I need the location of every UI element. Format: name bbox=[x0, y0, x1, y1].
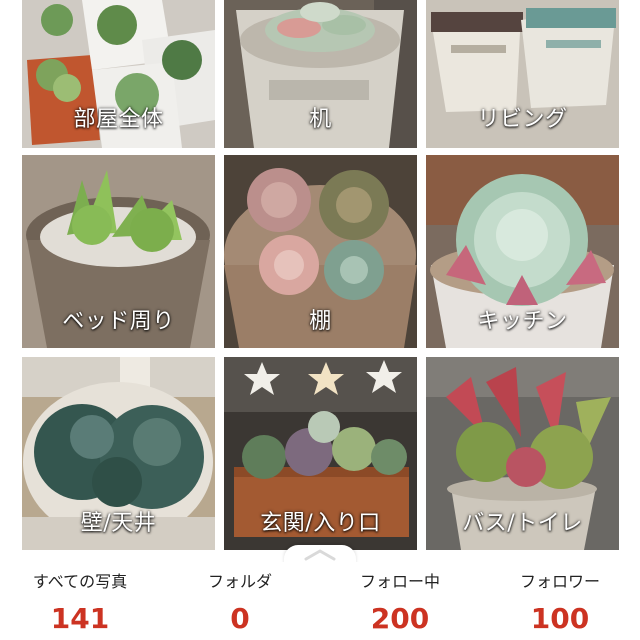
stat-following[interactable]: フォロー中 200 bbox=[320, 562, 480, 635]
category-tile-room[interactable]: 部屋全体 bbox=[22, 0, 215, 148]
stat-label: フォロワー bbox=[519, 572, 600, 591]
chevron-up-icon bbox=[304, 549, 336, 561]
stat-value: 200 bbox=[370, 602, 430, 635]
category-tile-kitchen[interactable]: キッチン bbox=[426, 155, 619, 348]
category-tile-bedside[interactable]: ベッド周り bbox=[22, 155, 215, 348]
category-label: リビング bbox=[477, 107, 568, 132]
category-label: 玄関/入り口 bbox=[260, 511, 381, 536]
category-label: 部屋全体 bbox=[73, 107, 164, 132]
category-tile-bath[interactable]: バス/トイレ bbox=[426, 357, 619, 550]
category-label: キッチン bbox=[477, 309, 568, 334]
category-tile-desk[interactable]: 机 bbox=[224, 0, 417, 148]
category-label: 机 bbox=[309, 107, 332, 132]
category-label: ベッド周り bbox=[62, 309, 175, 334]
stat-label: フォルダ bbox=[207, 572, 272, 591]
category-label: バス/トイレ bbox=[462, 511, 583, 536]
stat-value: 100 bbox=[530, 602, 590, 635]
category-tile-shelf[interactable]: 棚 bbox=[224, 155, 417, 348]
category-label: 壁/天井 bbox=[80, 511, 157, 536]
stat-folders[interactable]: フォルダ 0 bbox=[160, 562, 320, 635]
stat-all-photos[interactable]: すべての写真 141 bbox=[0, 562, 160, 635]
category-label: 棚 bbox=[309, 309, 332, 334]
stat-label: フォロー中 bbox=[359, 572, 440, 591]
stat-value: 0 bbox=[230, 602, 250, 635]
category-tile-wall[interactable]: 壁/天井 bbox=[22, 357, 215, 550]
stat-label: すべての写真 bbox=[32, 572, 128, 591]
stat-value: 141 bbox=[50, 602, 110, 635]
stat-followers[interactable]: フォロワー 100 bbox=[480, 562, 640, 635]
category-tile-living[interactable]: リビング bbox=[426, 0, 619, 148]
category-tile-entrance[interactable]: 玄関/入り口 bbox=[224, 357, 417, 550]
category-photo-grid: 部屋全体 机 リビング ベッド周り 棚 キッチン 壁/天井 玄関/入り口 バス/… bbox=[0, 0, 640, 555]
profile-stats-bar: すべての写真 141 フォルダ 0 フォロー中 200 フォロワー 100 bbox=[0, 562, 640, 640]
